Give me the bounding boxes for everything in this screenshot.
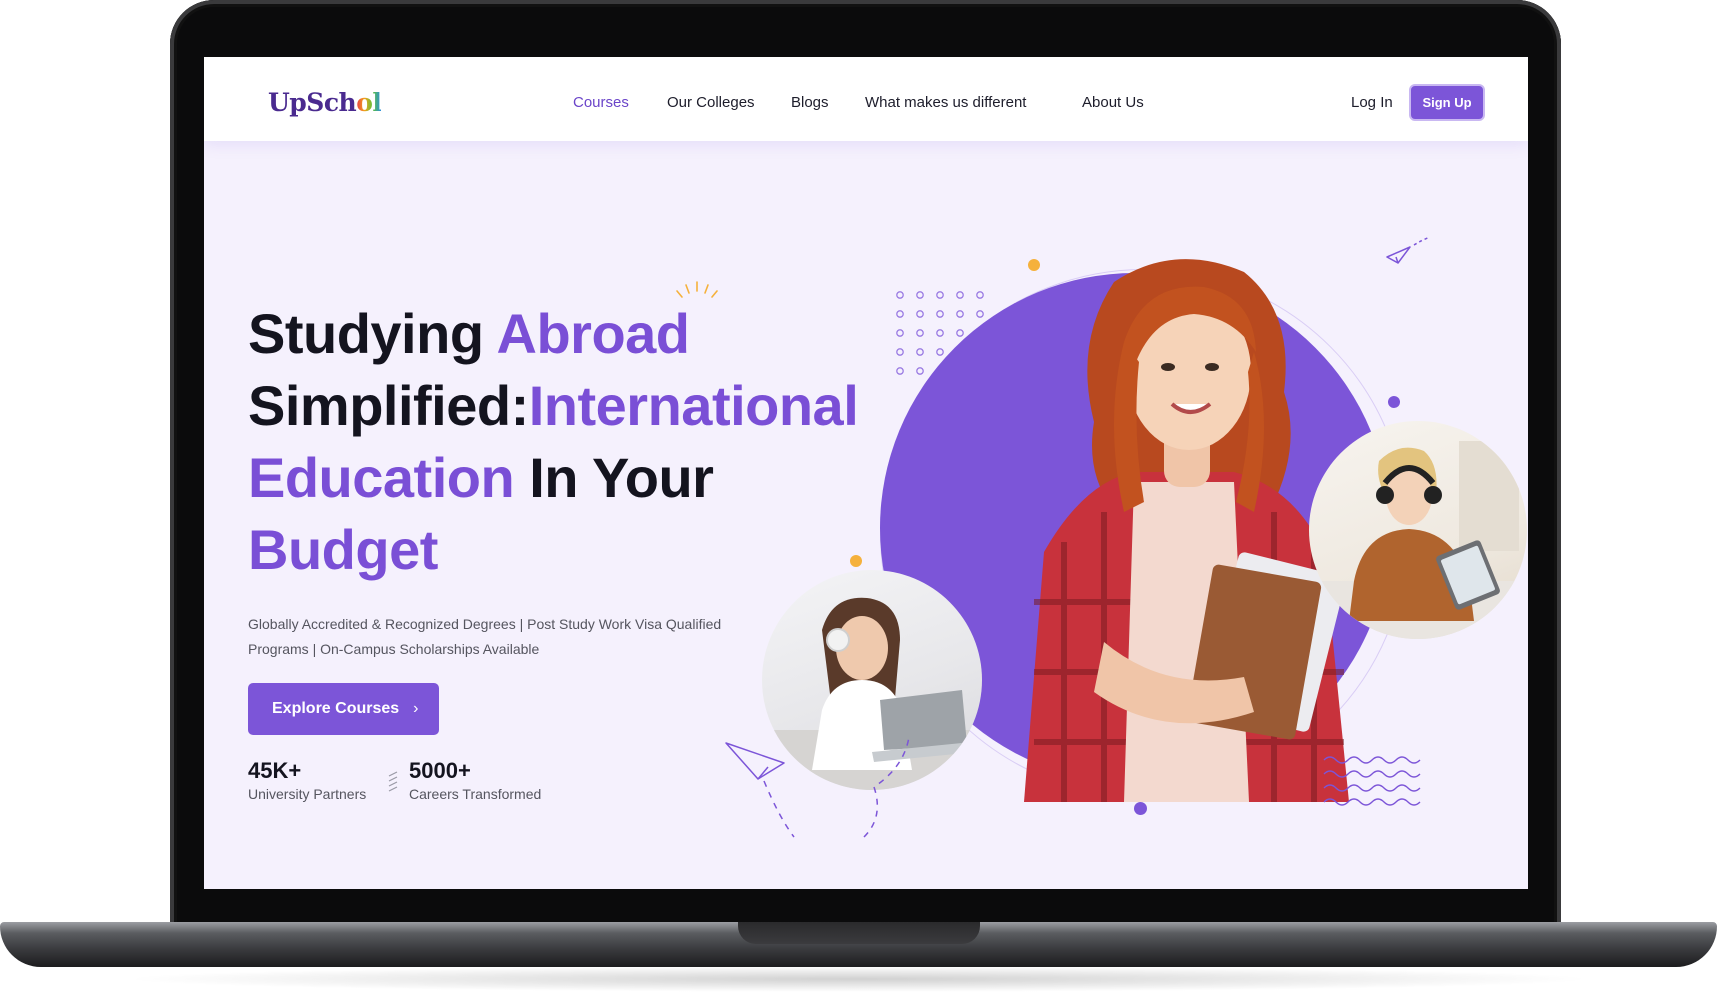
paper-plane-bottom-icon xyxy=(725,737,910,838)
hero-title-part3: Simplified: xyxy=(248,374,529,437)
signup-button[interactable]: Sign Up xyxy=(1409,84,1485,121)
nav-item-what-makes-us-different[interactable]: What makes us different xyxy=(865,94,1026,111)
hero-title-part6: In Your xyxy=(514,446,714,509)
logo-text-suffix: ol xyxy=(356,88,382,117)
nav-item-about-us[interactable]: About Us xyxy=(1082,94,1144,111)
orbit-dot-purple-right xyxy=(1388,396,1400,408)
login-link[interactable]: Log In xyxy=(1351,94,1393,111)
stat-university-partners-label: University Partners xyxy=(248,786,367,802)
nav-item-blogs[interactable]: Blogs xyxy=(791,94,829,111)
explore-courses-label: Explore Courses xyxy=(272,700,400,717)
hero-subtitle: Globally Accredited & Recognized Degrees… xyxy=(248,616,722,657)
stat-careers-transformed-label: Careers Transformed xyxy=(409,786,542,802)
student-tablet-illustration xyxy=(1309,441,1527,639)
hero-heading: Studying Abroad Simplified:International… xyxy=(248,298,888,586)
waves-decoration-icon xyxy=(1323,756,1421,806)
nav-item-our-colleges[interactable]: Our Colleges xyxy=(667,94,755,111)
hero-title-part1: Studying xyxy=(248,302,497,365)
stat-careers-transformed-value: 5000+ xyxy=(409,758,471,783)
hero-title-part5: Education xyxy=(248,446,515,509)
stat-university-partners-value: 45K+ xyxy=(248,758,302,783)
laptop-screen: UpSchol Courses Our Colleges Blogs What … xyxy=(204,57,1528,889)
hero-title-part2: Abroad xyxy=(496,302,691,365)
top-navigation: UpSchol Courses Our Colleges Blogs What … xyxy=(204,57,1528,141)
student-tablet-photo xyxy=(1309,421,1527,639)
orbit-dot-purple-bottom xyxy=(1134,802,1147,815)
spark-decoration-icon xyxy=(676,281,718,298)
logo-text-prefix: UpSch xyxy=(268,88,357,117)
laptop-notch xyxy=(738,922,980,944)
upschool-logo[interactable]: UpSchol xyxy=(268,88,382,117)
hero-title-part7: Budget xyxy=(248,518,438,581)
nav-item-courses[interactable]: Courses xyxy=(573,94,629,111)
stats-divider-icon xyxy=(388,771,398,792)
paper-plane-top-icon xyxy=(1386,236,1431,264)
orbit-dot-orange-left xyxy=(850,555,862,567)
laptop-shadow xyxy=(120,966,1597,992)
hero-title-part4: International xyxy=(528,374,859,437)
chevron-right-icon: › xyxy=(413,700,419,717)
explore-courses-button[interactable]: Explore Courses › xyxy=(248,683,439,735)
